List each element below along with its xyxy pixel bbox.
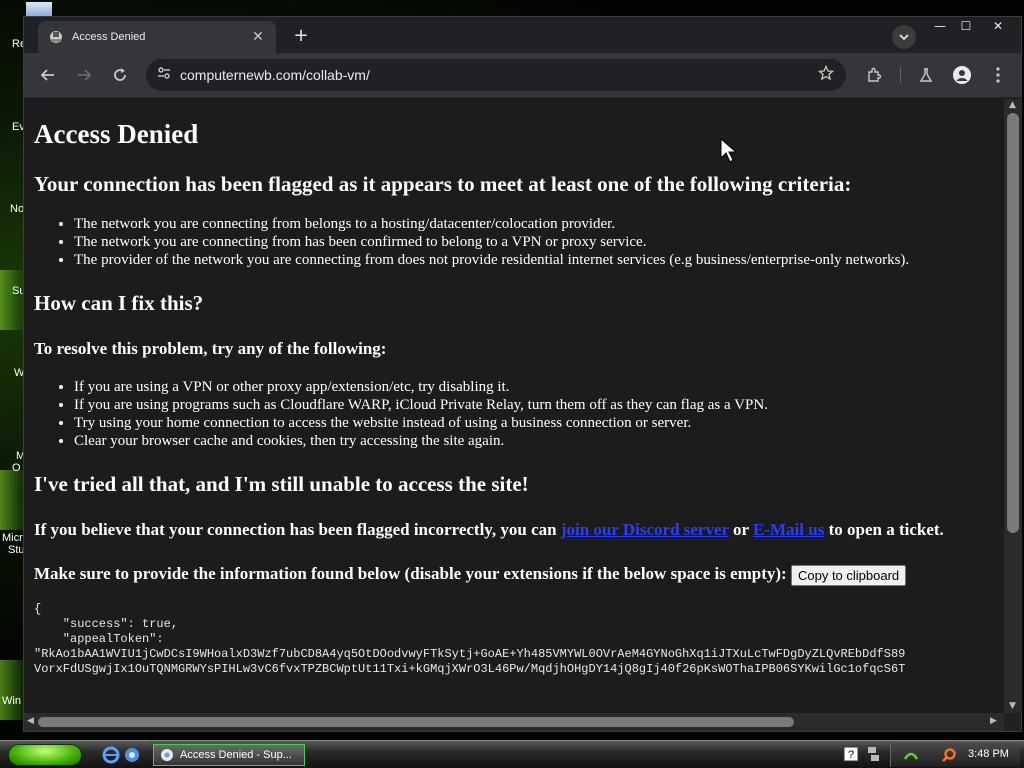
back-arrow-icon <box>40 69 54 81</box>
toolbar-divider <box>900 67 901 83</box>
back-button[interactable] <box>34 61 62 89</box>
code-line: { <box>34 601 42 616</box>
code-line: VorxFdUSgwjIx1OuTQNMGRWYsPIHLw3vC6fvxTPZ… <box>34 661 906 676</box>
taskbar-window-button[interactable]: Access Denied - Sup... <box>153 744 305 766</box>
fixes-list: If you are using a VPN or other proxy ap… <box>34 378 994 450</box>
url-text[interactable]: computernewb.com/collab-vm/ <box>180 67 818 83</box>
copy-to-clipboard-button[interactable]: Copy to clipboard <box>790 564 907 586</box>
scroll-left-icon[interactable]: ◀ <box>27 716 34 726</box>
reload-button[interactable] <box>106 61 134 89</box>
start-button[interactable] <box>8 744 82 766</box>
page-content: Access Denied Your connection has been f… <box>24 119 1004 677</box>
list-item: The provider of the network you are conn… <box>74 251 994 269</box>
close-window-button[interactable]: ✕ <box>984 17 1012 35</box>
clock[interactable]: 3:48 PM <box>968 748 1009 760</box>
desktop-icon-label[interactable]: Micro <box>2 532 24 544</box>
tray-search-icon[interactable] <box>941 747 957 763</box>
flagged-incorrectly-text: If you believe that your connection has … <box>34 519 994 541</box>
menu-kebab-icon[interactable] <box>984 61 1012 89</box>
code-line: "success": true, <box>34 616 179 631</box>
browser-window: Access Denied ✕ + — ☐ ✕ computernewb.com… <box>23 16 1022 732</box>
list-item: If you are using programs such as Cloudf… <box>74 396 994 414</box>
tab-strip: Access Denied ✕ + — ☐ ✕ <box>24 17 1021 53</box>
tab-title: Access Denied <box>72 31 146 43</box>
code-line: "appealToken": <box>34 631 164 646</box>
vertical-scroll-thumb[interactable] <box>1007 113 1019 533</box>
reload-icon <box>114 68 126 81</box>
criteria-list: The network you are connecting from belo… <box>34 215 994 269</box>
scroll-up-icon[interactable]: ▲ <box>1009 100 1016 110</box>
horizontal-scrollbar[interactable]: ◀ ▶ <box>24 713 1004 731</box>
list-item: The network you are connecting from belo… <box>74 215 994 233</box>
list-item: The network you are connecting from has … <box>74 233 994 251</box>
labs-flask-icon[interactable] <box>912 61 940 89</box>
email-link[interactable]: E-Mail us <box>753 520 824 539</box>
internet-explorer-icon[interactable] <box>102 746 120 764</box>
page-viewport: Access Denied Your connection has been f… <box>24 99 1004 713</box>
code-line: "RkAo1bAA1WVIU1jCwDCsI9WHoalxD3Wzf7ubCD8… <box>34 646 906 661</box>
close-icon[interactable]: ✕ <box>250 29 266 45</box>
discord-link[interactable]: join our Discord server <box>561 520 729 539</box>
desktop-icon-label[interactable]: Win <box>2 695 24 707</box>
mouse-cursor-icon <box>720 138 738 163</box>
site-info-icon[interactable] <box>156 65 172 85</box>
incorrect-suffix: to open a ticket. <box>824 520 944 539</box>
taskbar: Access Denied - Sup... ? 3:48 PM <box>0 740 1024 768</box>
extensions-icon[interactable] <box>860 61 888 89</box>
incorrect-or: or <box>728 520 754 539</box>
scroll-down-icon[interactable]: ▼ <box>1009 701 1016 711</box>
minimize-button[interactable]: — <box>926 17 954 35</box>
favicon-icon <box>48 29 64 45</box>
appeal-info-code[interactable]: { "success": true, "appealToken": "RkAo1b… <box>34 602 994 677</box>
bookmark-star-icon[interactable] <box>817 64 835 85</box>
vertical-scrollbar[interactable]: ▲ ▼ <box>1004 99 1022 713</box>
explorer-icon[interactable] <box>123 746 141 764</box>
list-item: If you are using a VPN or other proxy ap… <box>74 378 994 396</box>
fix-heading: How can I fix this? <box>34 291 204 315</box>
maximize-button[interactable]: ☐ <box>952 17 980 35</box>
network-icon[interactable] <box>866 746 884 764</box>
resolve-heading: To resolve this problem, try any of the … <box>34 339 387 358</box>
address-bar[interactable]: computernewb.com/collab-vm/ <box>146 59 846 91</box>
chrome-icon <box>161 749 173 761</box>
tray-green-icon[interactable] <box>903 747 919 763</box>
criteria-heading: Your connection has been flagged as it a… <box>34 172 852 196</box>
forward-arrow-icon <box>78 69 92 81</box>
forward-button[interactable] <box>70 61 98 89</box>
tab-access-denied[interactable]: Access Denied ✕ <box>38 21 276 53</box>
svg-text:?: ? <box>848 749 854 761</box>
list-item: Clear your browser cache and cookies, th… <box>74 432 994 450</box>
provide-info-text: Make sure to provide the information fou… <box>34 563 994 586</box>
tried-heading: I've tried all that, and I'm still unabl… <box>34 472 529 496</box>
incorrect-prefix: If you believe that your connection has … <box>34 520 561 539</box>
new-tab-button[interactable]: + <box>290 25 312 47</box>
toolbar: computernewb.com/collab-vm/ <box>24 53 1021 97</box>
page-title: Access Denied <box>34 119 199 149</box>
scroll-right-icon[interactable]: ▶ <box>990 716 997 726</box>
chevron-down-icon[interactable] <box>892 25 916 49</box>
taskbar-window-title: Access Denied - Sup... <box>180 749 292 761</box>
horizontal-scroll-thumb[interactable] <box>38 717 794 727</box>
profile-avatar-icon[interactable] <box>948 61 976 89</box>
list-item: Try using your home connection to access… <box>74 414 994 432</box>
provide-info-label: Make sure to provide the information fou… <box>34 564 791 583</box>
help-icon[interactable]: ? <box>843 746 861 764</box>
